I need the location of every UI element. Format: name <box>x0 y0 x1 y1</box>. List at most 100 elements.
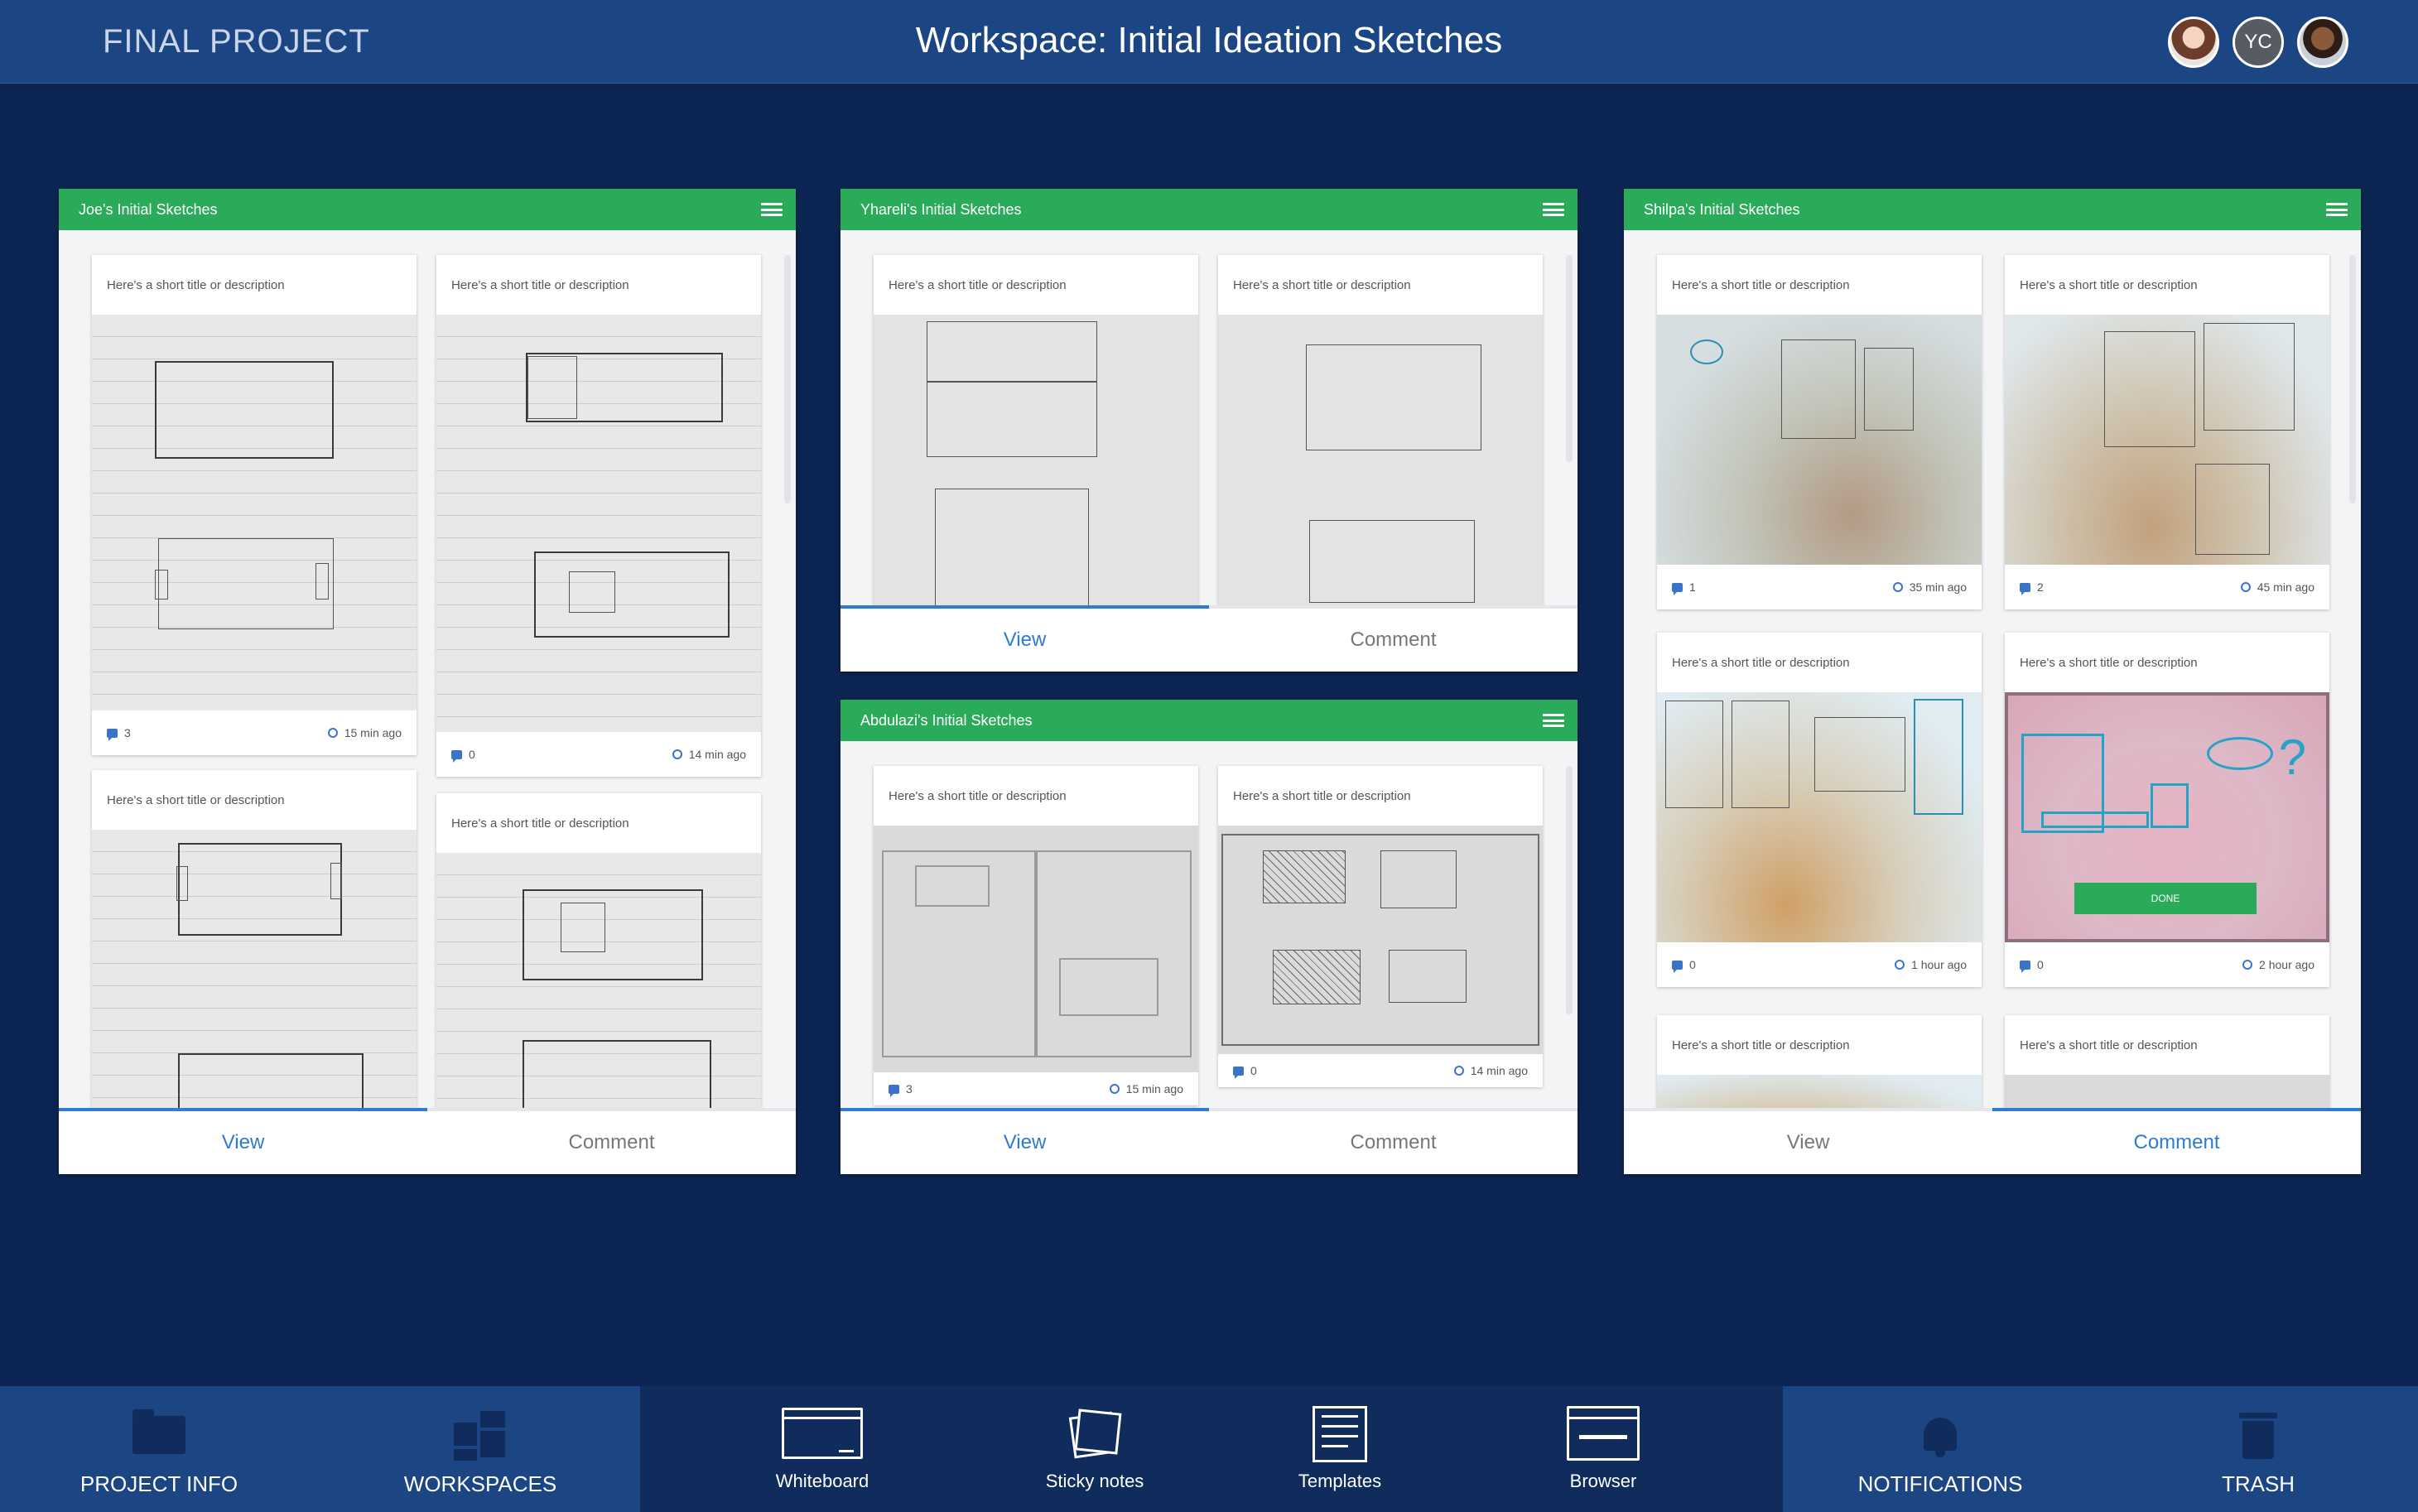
comment-icon <box>2020 582 2030 595</box>
sketch-card[interactable]: Here's a short title or description 0 1 … <box>1657 633 1982 987</box>
sketch-card[interactable]: Here's a short title or description 0 14… <box>1218 766 1543 1087</box>
tab-view[interactable]: View <box>1624 1108 1992 1174</box>
card-footer: 0 14 min ago <box>436 732 761 777</box>
sketch-image <box>874 315 1198 605</box>
panel-header: Shilpa's Initial Sketches <box>1624 189 2361 230</box>
card-title: Here's a short title or description <box>107 793 285 807</box>
sketch-image <box>1657 315 1982 565</box>
sketch-image <box>2005 315 2329 565</box>
panel-content[interactable]: Here's a short title or description 3 15… <box>841 741 1577 1108</box>
tab-comment[interactable]: Comment <box>1209 1108 1577 1174</box>
sketch-card[interactable]: Here's a short title or description ? DO… <box>2005 633 2329 987</box>
question-mark-sketch: ? <box>2278 730 2306 785</box>
timestamp: 35 min ago <box>1909 580 1967 594</box>
scrollbar[interactable] <box>1566 766 1573 1014</box>
nav-trash[interactable]: TRASH <box>2175 1386 2341 1512</box>
nav-notifications[interactable]: NOTIFICATIONS <box>1857 1386 2023 1512</box>
tab-comment[interactable]: Comment <box>1992 1108 2361 1174</box>
clock-icon <box>1453 1066 1464 1076</box>
sketch-image <box>1218 826 1543 1054</box>
comment-count: 3 <box>906 1082 913 1095</box>
comment-count: 2 <box>2037 580 2044 594</box>
nav-label: Templates <box>1298 1471 1382 1491</box>
menu-icon[interactable] <box>2326 203 2348 216</box>
card-footer: 2 45 min ago <box>2005 565 2329 609</box>
panel-content[interactable]: Here's a short title or description 1 35… <box>1624 230 2361 1108</box>
tool-browser[interactable]: Browser <box>1520 1386 1686 1512</box>
avatar[interactable]: YC <box>2233 17 2284 68</box>
panel-content[interactable]: Here's a short title or description 3 15… <box>59 230 796 1108</box>
sketch-image <box>2005 1075 2329 1108</box>
sketch-card[interactable]: Here's a short title or description <box>2005 1015 2329 1108</box>
comment-count: 0 <box>1250 1064 1257 1077</box>
timestamp: 14 min ago <box>1470 1064 1528 1077</box>
scrollbar[interactable] <box>784 255 791 503</box>
panel-content[interactable]: Here's a short title or description Here… <box>841 230 1577 605</box>
timestamp: 1 hour ago <box>1911 958 1967 971</box>
comment-count: 0 <box>1689 958 1696 971</box>
scrollbar[interactable] <box>2349 255 2356 503</box>
card-footer: 0 1 hour ago <box>1657 942 1982 987</box>
timestamp: 14 min ago <box>688 748 746 761</box>
sketch-image <box>1218 315 1543 605</box>
sticky-notes-icon <box>1068 1406 1122 1459</box>
comment-count: 0 <box>2037 958 2044 971</box>
nav-workspaces[interactable]: WORKSPACES <box>397 1386 563 1512</box>
sketch-card[interactable]: Here's a short title or description <box>1218 255 1543 605</box>
card-footer: 1 35 min ago <box>1657 565 1982 609</box>
panel-tabs: View Comment <box>841 605 1577 672</box>
sketch-card[interactable]: Here's a short title or description 3 15… <box>92 255 417 755</box>
nav-label: WORKSPACES <box>403 1471 557 1496</box>
sketch-image <box>92 315 417 710</box>
comment-icon <box>1672 960 1683 973</box>
sketch-card[interactable]: Here's a short title or description 3 15… <box>874 766 1198 1105</box>
tool-templates[interactable]: Templates <box>1257 1386 1423 1512</box>
top-bar: FINAL PROJECT Workspace: Initial Ideatio… <box>0 0 2418 84</box>
nav-project-info[interactable]: PROJECT INFO <box>75 1386 243 1512</box>
panel-tabs: View Comment <box>841 1108 1577 1174</box>
nav-label: TRASH <box>2221 1471 2295 1496</box>
nav-label: Sticky notes <box>1045 1471 1144 1491</box>
comment-icon <box>889 1084 899 1097</box>
sketch-card[interactable]: Here's a short title or description <box>436 793 761 1108</box>
clock-icon <box>1892 582 1903 592</box>
sketch-card[interactable]: Here's a short title or description 1 35… <box>1657 255 1982 609</box>
card-title: Here's a short title or description <box>1672 656 1850 670</box>
comment-icon <box>2020 960 2030 973</box>
sketch-card[interactable]: Here's a short title or description 2 45… <box>2005 255 2329 609</box>
menu-icon[interactable] <box>761 203 783 216</box>
tab-view[interactable]: View <box>841 605 1209 672</box>
tool-sticky-notes[interactable]: Sticky notes <box>1012 1386 1178 1512</box>
comment-icon <box>1233 1066 1244 1079</box>
panel-title: Abdulazi's Initial Sketches <box>860 711 1033 729</box>
panel-header: Joe's Initial Sketches <box>59 189 796 230</box>
comment-count: 0 <box>469 748 475 761</box>
comment-count: 1 <box>1689 580 1696 594</box>
clock-icon <box>1895 960 1905 970</box>
tab-comment[interactable]: Comment <box>427 1108 796 1174</box>
menu-icon[interactable] <box>1543 714 1564 727</box>
card-title: Here's a short title or description <box>1672 278 1850 292</box>
collaborator-avatars: YC <box>2168 17 2348 68</box>
timestamp: 2 hour ago <box>2259 958 2314 971</box>
sketch-card[interactable]: Here's a short title or description <box>1657 1015 1982 1108</box>
done-button[interactable]: DONE <box>2074 883 2257 914</box>
tab-comment[interactable]: Comment <box>1209 605 1577 672</box>
folder-icon <box>132 1409 185 1454</box>
avatar[interactable] <box>2297 17 2348 68</box>
menu-icon[interactable] <box>1543 203 1564 216</box>
sketch-image <box>436 315 761 732</box>
avatar[interactable] <box>2168 17 2219 68</box>
sketch-card[interactable]: Here's a short title or description <box>92 770 417 1108</box>
timestamp: 15 min ago <box>1125 1082 1183 1095</box>
scrollbar[interactable] <box>1566 255 1573 462</box>
tool-whiteboard[interactable]: Whiteboard <box>739 1386 905 1512</box>
card-title: Here's a short title or description <box>451 816 629 831</box>
templates-icon <box>1313 1406 1367 1462</box>
workspace-panel-yhareli: Yhareli's Initial Sketches Here's a shor… <box>841 189 1577 672</box>
tab-view[interactable]: View <box>59 1108 427 1174</box>
sketch-card[interactable]: Here's a short title or description 0 14… <box>436 255 761 777</box>
clock-icon <box>672 749 682 759</box>
sketch-card[interactable]: Here's a short title or description <box>874 255 1198 605</box>
tab-view[interactable]: View <box>841 1108 1209 1174</box>
